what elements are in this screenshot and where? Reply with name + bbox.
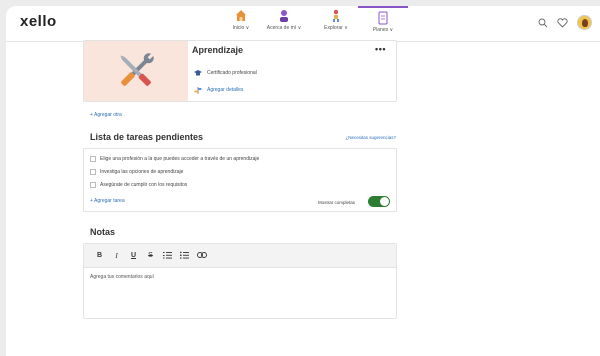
explore-person-icon	[333, 9, 339, 22]
graduation-cap-icon	[194, 70, 202, 76]
certificate-label: Certificado profesional	[207, 70, 257, 76]
add-details-link[interactable]: Agregar detalles	[194, 86, 243, 94]
show-completed-toggle[interactable]	[368, 196, 390, 207]
xello-logo[interactable]: xello	[20, 13, 57, 30]
avatar[interactable]	[577, 15, 592, 30]
task-checkbox[interactable]	[90, 182, 96, 188]
task-item[interactable]: Investiga las opciones de aprendizaje	[90, 169, 183, 175]
nav-planes-label: Planes ∨	[372, 27, 394, 33]
nav-planes[interactable]: Planes ∨	[358, 6, 408, 33]
card-image	[84, 41, 188, 101]
bold-button[interactable]: B	[92, 252, 107, 259]
task-label: Investiga las opciones de aprendizaje	[100, 169, 184, 175]
task-checkbox[interactable]	[90, 169, 96, 175]
link-icon[interactable]	[194, 251, 209, 260]
search-icon[interactable]	[538, 18, 548, 28]
task-list: Elige una profesión a la que puedes acce…	[83, 148, 397, 212]
certificate-row: Certificado profesional	[194, 69, 257, 77]
nav-acerca-de-mi[interactable]: Acerca de mí ∨	[259, 9, 309, 31]
bullet-list-icon[interactable]	[177, 251, 192, 261]
italic-button[interactable]: I	[109, 252, 124, 260]
nav-acerca-de-mi-label: Acerca de mí ∨	[266, 25, 302, 31]
planner-icon	[378, 11, 388, 25]
header-actions	[538, 15, 592, 30]
underline-button[interactable]: U	[126, 252, 141, 259]
add-task-link[interactable]: + Agregar tarea	[90, 198, 125, 204]
task-checkbox[interactable]	[90, 156, 96, 162]
person-icon	[280, 10, 288, 22]
show-completed-label: Mostrar completas	[318, 200, 356, 205]
editor-toolbar: B I U S	[84, 244, 396, 268]
task-label: Asegúrate de cumplir con los requisitos	[100, 182, 188, 188]
tasks-title: Lista de tareas pendientes	[90, 132, 204, 142]
task-item[interactable]: Asegúrate de cumplir con los requisitos	[90, 182, 187, 188]
nav-explorar[interactable]: Explorar ∨	[311, 9, 361, 31]
tools-icon	[120, 52, 155, 86]
app-window: xello Inicio ∨ Acerca de mí ∨ Explorar ∨	[6, 6, 600, 356]
ordered-list-icon[interactable]	[160, 251, 175, 261]
more-options-icon[interactable]: •••	[375, 44, 386, 54]
add-details-label: Agregar detalles	[207, 87, 244, 93]
task-label: Elige una profesión a la que puedes acce…	[100, 156, 260, 162]
card-title: Aprendizaje	[192, 45, 244, 55]
top-navigation: xello Inicio ∨ Acerca de mí ∨ Explorar ∨	[6, 6, 600, 42]
task-item[interactable]: Elige una profesión a la que puedes acce…	[90, 156, 259, 162]
signpost-icon	[194, 87, 202, 94]
suggestions-link[interactable]: ¿Necesitas sugerencias?	[345, 135, 396, 140]
pathway-card: Aprendizaje ••• Certificado profesional …	[83, 40, 397, 102]
notes-editor: B I U S Agrega tus comentarios aquí	[83, 243, 397, 319]
strikethrough-button[interactable]: S	[143, 252, 158, 259]
notes-placeholder[interactable]: Agrega tus comentarios aquí	[90, 274, 154, 280]
nav-explorar-label: Explorar ∨	[324, 25, 348, 31]
heart-icon[interactable]	[557, 17, 568, 28]
house-icon	[236, 10, 246, 21]
add-other-link[interactable]: + Agregar otra	[90, 112, 122, 118]
notes-title: Notas	[90, 227, 116, 237]
